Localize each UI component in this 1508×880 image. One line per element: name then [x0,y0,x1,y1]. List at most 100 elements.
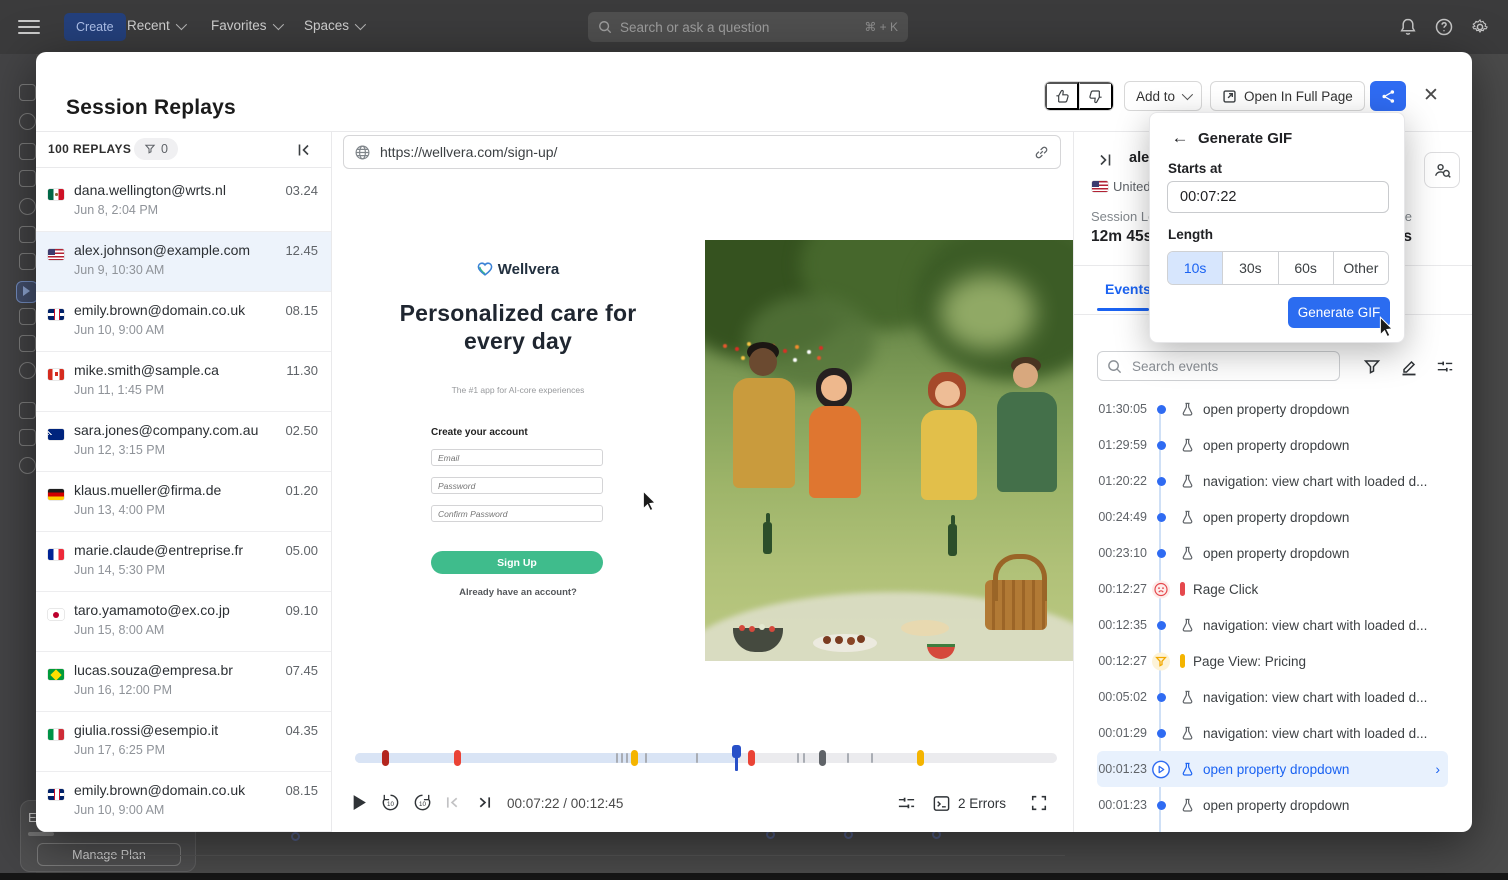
event-label: open property dropdown [1203,438,1448,453]
next-event-button[interactable] [477,795,492,810]
nav-spaces[interactable]: Spaces [304,18,363,33]
replays-count: 100 REPLAYS [48,142,131,156]
play-button[interactable] [352,794,367,811]
replays-filter-chip[interactable]: 0 [134,138,178,160]
collapse-panel-icon[interactable] [296,139,318,161]
chevron-right-icon[interactable]: › [1435,761,1440,777]
charts-icon[interactable] [19,198,36,215]
previous-event-button[interactable] [445,795,460,810]
close-icon[interactable]: ✕ [1418,83,1444,109]
event-dot [1157,549,1166,558]
events-highlight-icon[interactable] [1400,357,1420,377]
replay-email: sara.jones@company.com.au [74,422,274,438]
search-events-input[interactable] [1130,358,1330,375]
apps-icon[interactable] [19,113,36,130]
global-search-input[interactable]: Search or ask a question ⌘ + K [588,12,908,42]
event-row[interactable] [1097,823,1448,832]
flask-icon [1151,801,1171,810]
forward-10-button[interactable]: 10 [412,792,433,813]
replay-list-item[interactable]: mike.smith@sample.caJun 11, 1:45 PM11.30 [36,352,331,412]
help-icon[interactable] [1434,17,1454,37]
events-filter-icon[interactable] [1363,357,1383,377]
data-icon[interactable] [19,402,36,419]
length-segmented-control: 10s30s60sOther [1167,251,1389,285]
replay-list-item[interactable]: taro.yamamoto@ex.co.jpJun 15, 8:00 AM09.… [36,592,331,652]
nav-favorites[interactable]: Favorites [211,18,281,33]
event-row[interactable]: 00:24:49open property dropdown [1097,499,1448,535]
console-errors-icon[interactable] [932,794,951,813]
length-option-30s[interactable]: 30s [1223,252,1278,284]
replay-list-item[interactable]: alex.johnson@example.comJun 9, 10:30 AM1… [36,232,331,292]
replay-list-item[interactable]: dana.wellington@wrts.nlJun 8, 2:04 PM03.… [36,172,331,232]
event-row[interactable]: 01:30:05open property dropdown [1097,391,1448,427]
event-row[interactable]: 01:29:59 open property dropdown [1097,427,1448,463]
signup-submit-button[interactable]: Sign Up [431,551,603,574]
user-lookup-icon[interactable] [1424,152,1460,188]
funnels-icon[interactable] [19,308,36,325]
discover-icon[interactable] [19,362,36,379]
event-row[interactable]: 00:01:29navigation: view chart with load… [1097,715,1448,751]
event-type-flask-icon [1180,762,1195,777]
open-full-page-button[interactable]: Open In Full Page [1210,81,1365,111]
replay-list-item[interactable]: emily.brown@domain.co.ukJun 10, 9:00 AM0… [36,772,331,832]
replay-list-item[interactable]: lucas.souza@empresa.brJun 16, 12:00 PM07… [36,652,331,712]
event-time: 01:29:59 [1097,438,1147,452]
length-option-other[interactable]: Other [1334,252,1388,284]
nav-recent[interactable]: Recent [127,18,184,33]
events-settings-icon[interactable] [1436,357,1456,377]
event-row[interactable]: 01:20:22navigation: view chart with load… [1097,463,1448,499]
replay-list-item[interactable]: marie.claude@entreprise.frJun 14, 5:30 P… [36,532,331,592]
hamburger-menu-icon[interactable] [18,20,40,34]
collapse-right-panel-icon[interactable] [1097,149,1119,171]
replay-list-item[interactable]: emily.brown@domain.co.ukJun 10, 9:00 AM0… [36,292,331,352]
signup-confirm-password-field[interactable] [431,505,603,522]
timeline-marker-tick [797,753,799,763]
length-option-60s[interactable]: 60s [1279,252,1334,284]
assistant-icon[interactable] [19,170,36,187]
playhead-marker[interactable] [735,745,738,771]
signup-password-field[interactable] [431,477,603,494]
timeline-scrubber[interactable] [355,753,1057,763]
users-icon[interactable] [19,253,36,270]
web-experiments-icon[interactable] [19,226,36,243]
replay-duration: 08.15 [285,303,318,318]
thumbs-up-button[interactable] [1045,82,1079,110]
event-time: 00:12:35 [1097,618,1147,632]
event-row[interactable]: 00:01:23open property dropdown› [1097,751,1448,787]
add-to-button[interactable]: Add to [1124,81,1202,111]
replay-list-item[interactable]: giulia.rossi@esempio.itJun 17, 6:25 PM04… [36,712,331,772]
notifications-bell-icon[interactable] [1398,17,1418,37]
replay-list-item[interactable]: klaus.mueller@firma.deJun 13, 4:00 PM01.… [36,472,331,532]
event-row[interactable]: 00:01:23open property dropdown [1097,787,1448,823]
event-row[interactable]: 00:12:35navigation: view chart with load… [1097,607,1448,643]
generate-gif-button[interactable]: Generate GIF [1288,297,1390,328]
home-icon[interactable] [19,84,36,101]
replay-email: lucas.souza@empresa.br [74,662,274,678]
back-arrow-icon[interactable]: ← [1168,126,1192,150]
session-replays-icon[interactable] [16,281,38,303]
event-type-flask-icon [1180,546,1195,561]
tab-events[interactable]: Events [1105,281,1151,297]
copy-link-icon[interactable] [1033,144,1050,161]
replay-list-item[interactable]: sara.jones@company.com.auJun 12, 3:15 PM… [36,412,331,472]
event-row[interactable]: 00:12:27Page View: Pricing [1097,643,1448,679]
signals-icon[interactable] [19,429,36,446]
settings-gear-icon[interactable] [1470,17,1490,37]
pointer-icon[interactable] [19,143,36,160]
event-row[interactable]: 00:23:10open property dropdown [1097,535,1448,571]
errors-count[interactable]: 2 Errors [958,796,1006,811]
signup-email-field[interactable] [431,449,603,466]
experiments-icon[interactable] [19,335,36,352]
signup-login-link[interactable]: Already have an account? [361,587,675,598]
fullscreen-icon[interactable] [1030,794,1048,812]
event-row[interactable]: 00:05:02navigation: view chart with load… [1097,679,1448,715]
length-option-10s[interactable]: 10s [1168,252,1223,284]
share-button[interactable] [1370,81,1406,111]
rewind-10-button[interactable]: 10 [380,792,401,813]
create-button[interactable]: Create [64,13,126,41]
event-row[interactable]: 00:12:27Rage Click [1097,571,1448,607]
starts-at-input[interactable] [1167,181,1389,213]
campaigns-icon[interactable] [19,457,36,474]
player-settings-icon[interactable] [897,794,916,813]
thumbs-down-button[interactable] [1079,82,1113,110]
